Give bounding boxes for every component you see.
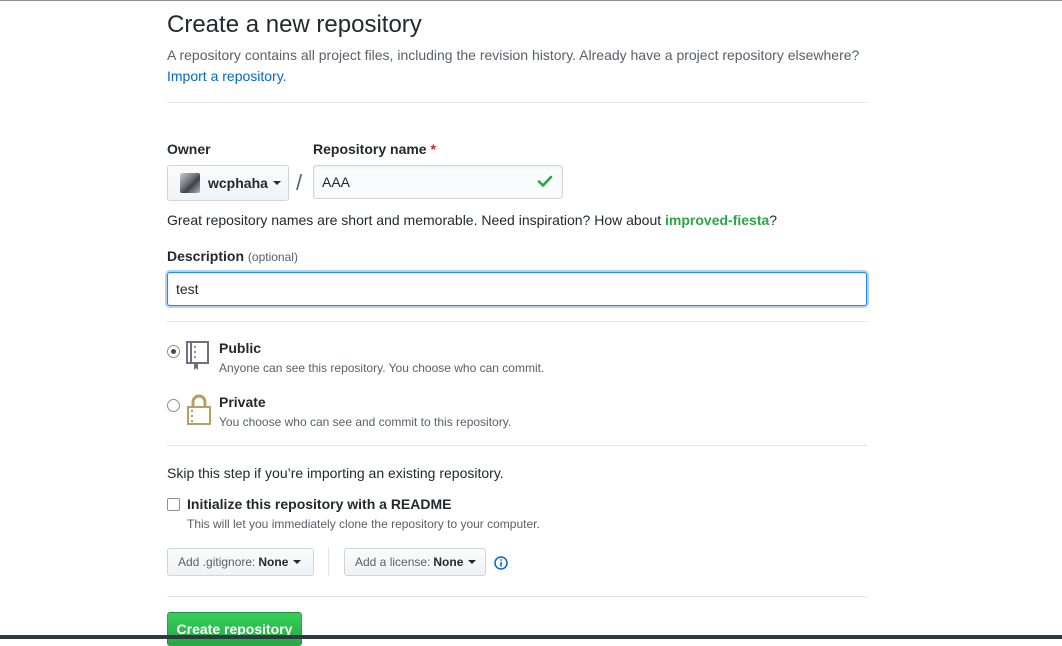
private-note: You choose who can see and commit to thi… <box>219 415 512 429</box>
license-prefix: Add a license: <box>355 555 431 569</box>
owner-select-button[interactable]: wcphaha <box>167 165 289 201</box>
chevron-down-icon <box>468 560 477 564</box>
gitignore-value: None <box>258 555 289 569</box>
owner-repo-separator: / <box>296 170 303 195</box>
divider <box>328 548 329 576</box>
window-bottom-bar <box>0 635 1062 639</box>
divider <box>167 321 867 322</box>
check-icon <box>537 175 553 187</box>
license-value: None <box>433 555 464 569</box>
private-title: Private <box>219 394 266 410</box>
public-radio[interactable] <box>167 345 180 358</box>
optional-note: (optional) <box>247 250 298 264</box>
owner-label: Owner <box>167 141 211 157</box>
avatar <box>180 173 200 193</box>
create-repository-button[interactable]: Create repository <box>167 612 302 646</box>
readme-note: This will let you immediately clone the … <box>187 517 540 531</box>
repository-name-label-text: Repository name <box>313 141 427 157</box>
description-label-text: Description <box>167 248 245 264</box>
lock-icon <box>187 394 211 425</box>
import-repository-link[interactable]: Import a repository. <box>167 68 287 84</box>
page-title: Create a new repository <box>167 11 422 38</box>
repository-name-label: Repository name * <box>313 141 436 157</box>
chevron-down-icon <box>293 560 302 564</box>
divider <box>167 102 867 103</box>
name-hint-text: Great repository names are short and mem… <box>167 212 666 228</box>
description-input[interactable] <box>167 272 867 306</box>
repository-name-input[interactable] <box>313 165 563 199</box>
owner-value: wcphaha <box>208 175 268 191</box>
license-select-button[interactable]: Add a license: None <box>344 548 486 576</box>
name-suggestion-link[interactable]: improved-fiesta <box>665 212 769 228</box>
info-icon[interactable] <box>494 556 508 570</box>
name-hint-end: ? <box>769 212 778 228</box>
repo-book-icon <box>186 341 209 370</box>
gitignore-select-button[interactable]: Add .gitignore: None <box>167 548 314 576</box>
public-title: Public <box>219 340 262 356</box>
divider <box>167 445 867 446</box>
readme-label[interactable]: Initialize this repository with a README <box>187 496 451 512</box>
description-label: Description (optional) <box>167 248 298 264</box>
public-note: Anyone can see this repository. You choo… <box>219 361 545 375</box>
divider <box>167 596 867 597</box>
skip-note: Skip this step if you’re importing an ex… <box>167 465 504 481</box>
private-radio[interactable] <box>167 399 180 412</box>
gitignore-prefix: Add .gitignore: <box>178 555 256 569</box>
required-mark: * <box>430 141 436 157</box>
chevron-down-icon <box>272 181 281 185</box>
name-hint: Great repository names are short and mem… <box>167 212 777 228</box>
readme-checkbox[interactable] <box>167 498 180 511</box>
subhead-text: A repository contains all project files,… <box>167 47 860 63</box>
page-subhead: A repository contains all project files,… <box>167 45 877 87</box>
